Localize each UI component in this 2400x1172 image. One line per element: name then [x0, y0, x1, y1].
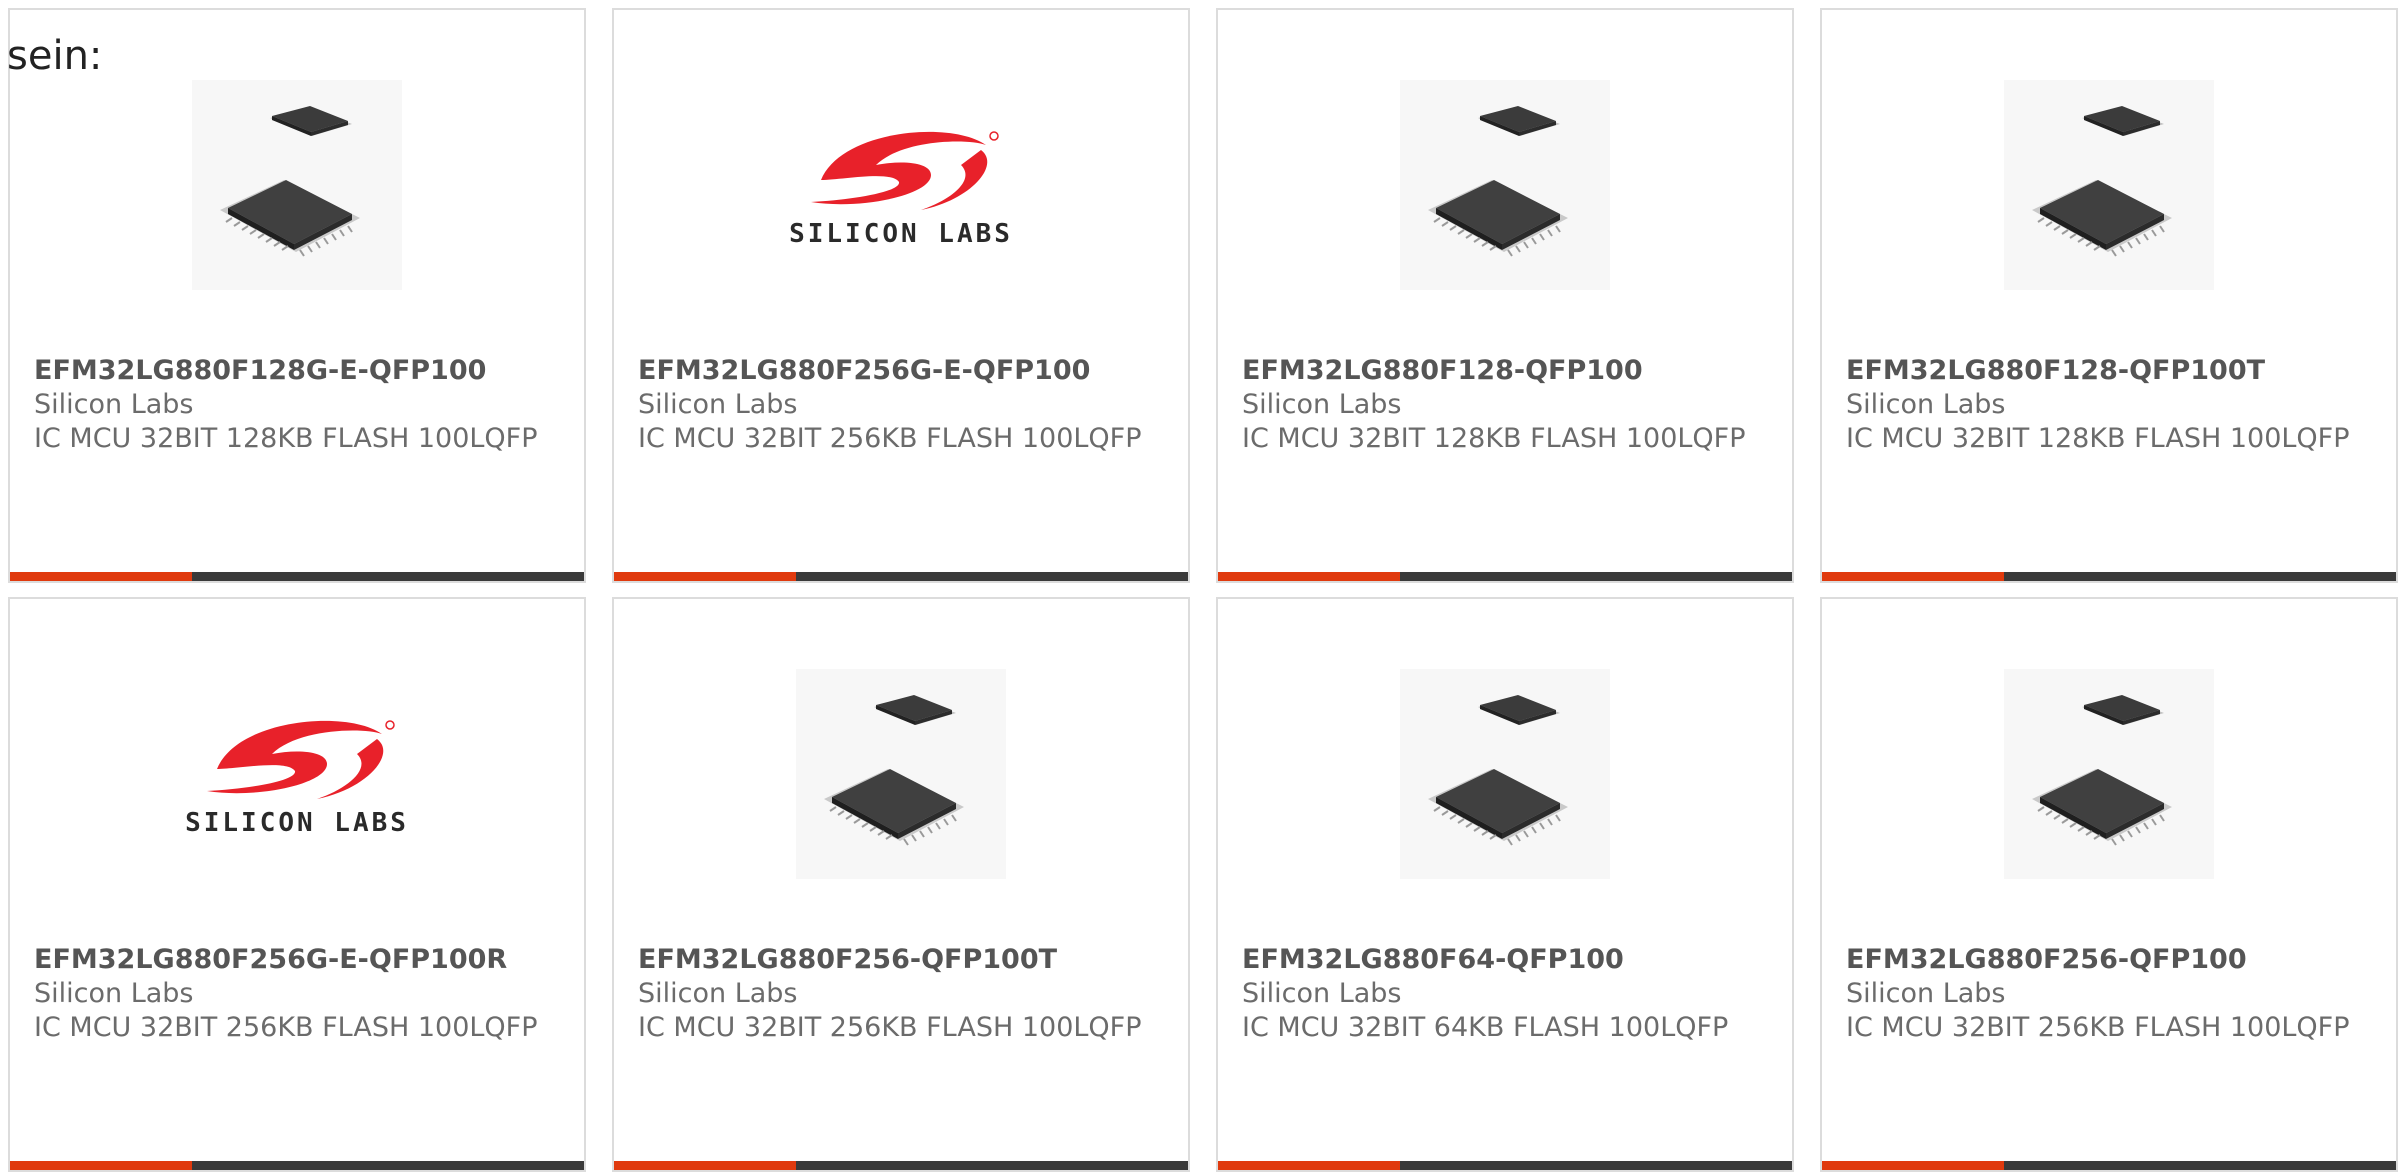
card-footer-bar: [1822, 572, 2396, 581]
part-number[interactable]: EFM32LG880F128-QFP100T: [1846, 354, 2382, 388]
product-card[interactable]: EFM32LG880F256-QFP100 Silicon Labs IC MCU …: [1820, 597, 2398, 1172]
card-footer-bar: [10, 1161, 584, 1170]
part-number[interactable]: EFM32LG880F256-QFP100T: [638, 943, 1174, 977]
manufacturer-name: Silicon Labs: [638, 389, 798, 420]
product-card[interactable]: SILICON LABS EFM32LG880F256G-E-QFP100 Sil…: [612, 8, 1190, 583]
card-footer-accent: [614, 572, 796, 581]
manufacturer-name: Silicon Labs: [1242, 389, 1402, 420]
manufacturer-name: Silicon Labs: [34, 978, 194, 1009]
product-card[interactable]: EFM32LG880F128G-E-QFP100 Silicon Labs IC M…: [8, 8, 586, 583]
card-footer-accent: [1822, 1161, 2004, 1170]
product-info: EFM32LG880F64-QFP100 Silicon Labs IC MCU 3…: [1242, 943, 1778, 1045]
card-footer-bar: [614, 572, 1188, 581]
product-description: IC MCU 32BIT 256KB FLASH 100LQFP: [638, 1012, 1142, 1043]
product-description: IC MCU 32BIT 64KB FLASH 100LQFP: [1242, 1012, 1729, 1043]
product-description: IC MCU 32BIT 128KB FLASH 100LQFP: [1846, 423, 2350, 454]
card-footer-accent: [614, 1161, 796, 1170]
product-description: IC MCU 32BIT 128KB FLASH 100LQFP: [1242, 423, 1746, 454]
logo-text: SILICON LABS: [789, 219, 1013, 249]
product-info: EFM32LG880F128-QFP100T Silicon Labs IC MCU…: [1846, 354, 2382, 456]
product-card[interactable]: EFM32LG880F256-QFP100T Silicon Labs IC MCU…: [612, 597, 1190, 1172]
product-description: IC MCU 32BIT 256KB FLASH 100LQFP: [1846, 1012, 2350, 1043]
part-number[interactable]: EFM32LG880F128G-E-QFP100: [34, 354, 570, 388]
card-footer-accent: [10, 572, 192, 581]
product-info: EFM32LG880F128G-E-QFP100 Silicon Labs IC M…: [34, 354, 570, 456]
product-info: EFM32LG880F256-QFP100T Silicon Labs IC MCU…: [638, 943, 1174, 1045]
product-description: IC MCU 32BIT 128KB FLASH 100LQFP: [34, 423, 538, 454]
card-footer-accent: [10, 1161, 192, 1170]
card-footer-bar: [1822, 1161, 2396, 1170]
logo-text: SILICON LABS: [185, 808, 409, 838]
silicon-labs-logo[interactable]: SILICON LABS: [10, 669, 584, 879]
card-footer-bar: [1218, 572, 1792, 581]
manufacturer-name: Silicon Labs: [638, 978, 798, 1009]
product-info: EFM32LG880F128-QFP100 Silicon Labs IC MCU …: [1242, 354, 1778, 456]
product-card[interactable]: SILICON LABS EFM32LG880F256G-E-QFP100R Si…: [8, 597, 586, 1172]
part-number[interactable]: EFM32LG880F256-QFP100: [1846, 943, 2382, 977]
product-card[interactable]: EFM32LG880F128-QFP100T Silicon Labs IC MCU…: [1820, 8, 2398, 583]
product-info: EFM32LG880F256-QFP100 Silicon Labs IC MCU …: [1846, 943, 2382, 1045]
card-footer-bar: [1218, 1161, 1792, 1170]
chip-icon[interactable]: [1822, 80, 2396, 290]
product-info: EFM32LG880F256G-E-QFP100 Silicon Labs IC M…: [638, 354, 1174, 456]
product-description: IC MCU 32BIT 256KB FLASH 100LQFP: [638, 423, 1142, 454]
part-number[interactable]: EFM32LG880F256G-E-QFP100R: [34, 943, 570, 977]
manufacturer-name: Silicon Labs: [34, 389, 194, 420]
chip-icon[interactable]: [614, 669, 1188, 879]
product-card[interactable]: EFM32LG880F64-QFP100 Silicon Labs IC MCU 3…: [1216, 597, 1794, 1172]
chip-icon[interactable]: [1822, 669, 2396, 879]
card-footer-accent: [1218, 572, 1400, 581]
part-number[interactable]: EFM32LG880F128-QFP100: [1242, 354, 1778, 388]
card-footer-bar: [614, 1161, 1188, 1170]
card-footer-accent: [1822, 572, 2004, 581]
part-number[interactable]: EFM32LG880F256G-E-QFP100: [638, 354, 1174, 388]
manufacturer-name: Silicon Labs: [1242, 978, 1402, 1009]
product-info: EFM32LG880F256G-E-QFP100R Silicon Labs IC …: [34, 943, 570, 1045]
card-footer-bar: [10, 572, 584, 581]
chip-icon[interactable]: [1218, 80, 1792, 290]
part-number[interactable]: EFM32LG880F64-QFP100: [1242, 943, 1778, 977]
manufacturer-name: Silicon Labs: [1846, 978, 2006, 1009]
silicon-labs-logo[interactable]: SILICON LABS: [614, 80, 1188, 290]
card-footer-accent: [1218, 1161, 1400, 1170]
chip-icon[interactable]: [10, 80, 584, 290]
manufacturer-name: Silicon Labs: [1846, 389, 2006, 420]
product-card[interactable]: EFM32LG880F128-QFP100 Silicon Labs IC MCU …: [1216, 8, 1794, 583]
chip-icon[interactable]: [1218, 669, 1792, 879]
product-grid: EFM32LG880F128G-E-QFP100 Silicon Labs IC M…: [8, 8, 2398, 1172]
intro-text: sein:: [7, 33, 103, 79]
product-description: IC MCU 32BIT 256KB FLASH 100LQFP: [34, 1012, 538, 1043]
